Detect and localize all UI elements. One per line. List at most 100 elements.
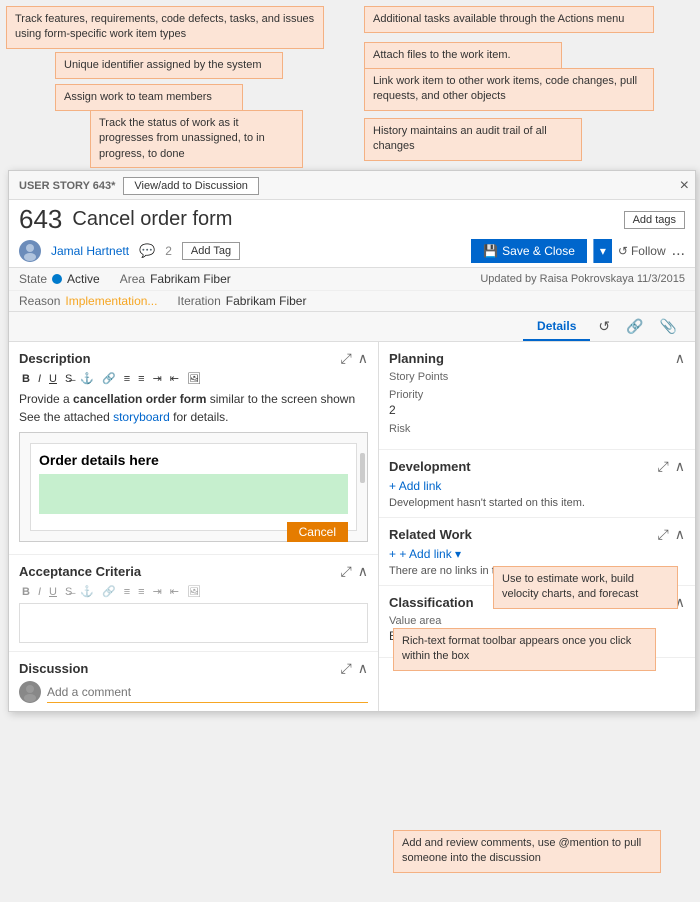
development-section: Development ⤢ ∧ Add link Development has… bbox=[379, 450, 695, 518]
state-field: State Active bbox=[19, 272, 100, 286]
follow-button[interactable]: ↺ Follow bbox=[618, 244, 666, 258]
assignee-name[interactable]: Jamal Hartnett bbox=[51, 244, 129, 258]
ac-editor-area[interactable] bbox=[19, 603, 368, 643]
related-expand-icon[interactable]: ⤢ bbox=[658, 526, 669, 543]
tab-details[interactable]: Details bbox=[523, 313, 590, 341]
hyperlink-button[interactable]: 🔗 bbox=[99, 371, 119, 386]
mock-screenshot: Order details here Cancel bbox=[19, 432, 368, 542]
description-header: Description ⤢ ∧ bbox=[19, 350, 368, 367]
comment-input[interactable] bbox=[47, 682, 368, 703]
value-area-label: Value area bbox=[389, 615, 685, 627]
ac-image-button[interactable]: 🖼 bbox=[184, 584, 204, 599]
comment-avatar bbox=[19, 681, 41, 703]
mock-inner: Order details here Cancel bbox=[30, 443, 357, 531]
ordered-list-button[interactable]: ≡ bbox=[135, 372, 147, 386]
unordered-list-button[interactable]: ≡ bbox=[121, 372, 133, 386]
ac-collapse-icon[interactable]: ∧ bbox=[358, 563, 368, 580]
desc-text-part3: See the attached bbox=[19, 410, 113, 424]
mock-title: Order details here bbox=[39, 452, 348, 468]
tooltip-additional-tasks: Additional tasks available through the A… bbox=[364, 6, 654, 33]
description-title: Description bbox=[19, 351, 91, 366]
ac-italic-button[interactable]: I bbox=[35, 585, 44, 599]
underline-button[interactable]: U bbox=[46, 372, 60, 386]
planning-icons: ∧ bbox=[675, 350, 685, 367]
related-add-link-button[interactable]: + Add link ▾ bbox=[389, 547, 461, 561]
tab-link-icon[interactable]: 🔗 bbox=[618, 312, 651, 341]
desc-storyboard-link[interactable]: storyboard bbox=[113, 410, 170, 424]
ac-header: Acceptance Criteria ⤢ ∧ bbox=[19, 563, 368, 580]
ac-expand-icon[interactable]: ⤢ bbox=[341, 563, 352, 580]
save-icon: 💾 bbox=[483, 244, 498, 258]
tooltip-link-work-item: Link work item to other work items, code… bbox=[364, 68, 654, 111]
description-text: Provide a cancellation order form simila… bbox=[19, 390, 368, 426]
priority-label: Priority bbox=[389, 389, 685, 401]
ac-indent-button[interactable]: ⇥ bbox=[150, 584, 165, 599]
view-discussion-button[interactable]: View/add to Discussion bbox=[123, 177, 259, 195]
scrollbar[interactable] bbox=[360, 453, 365, 483]
reason-value[interactable]: Implementation... bbox=[65, 294, 157, 308]
outdent-button[interactable]: ⇤ bbox=[167, 371, 182, 386]
tab-attachment-icon[interactable]: 📎 bbox=[652, 312, 685, 341]
reason-field: Reason Implementation... bbox=[19, 294, 157, 308]
dev-expand-icon[interactable]: ⤢ bbox=[658, 458, 669, 475]
discussion-expand-icon[interactable]: ⤢ bbox=[341, 660, 352, 677]
priority-field: Priority 2 bbox=[389, 389, 685, 417]
acceptance-criteria-section: Acceptance Criteria ⤢ ∧ B I U S̶ ⚓ 🔗 ≡ ≡ bbox=[9, 555, 378, 652]
related-collapse-icon[interactable]: ∧ bbox=[675, 526, 685, 543]
state-dot bbox=[52, 274, 62, 284]
description-section: Description ⤢ ∧ B I U S̶ ⚓ 🔗 ≡ ≡ ⇥ bbox=[9, 342, 378, 555]
tooltip-track-features: Track features, requirements, code defec… bbox=[6, 6, 324, 49]
dev-add-link-button[interactable]: Add link bbox=[389, 479, 441, 493]
tooltip-history: History maintains an audit trail of all … bbox=[364, 118, 582, 161]
indent-button[interactable]: ⇥ bbox=[150, 371, 165, 386]
priority-value[interactable]: 2 bbox=[389, 403, 685, 417]
add-tag-button[interactable]: Add Tag bbox=[182, 242, 240, 260]
area-value[interactable]: Fabrikam Fiber bbox=[150, 272, 231, 286]
save-dropdown-button[interactable]: ▾ bbox=[593, 239, 612, 263]
save-close-button[interactable]: 💾 Save & Close bbox=[471, 239, 587, 263]
dev-header: Development ⤢ ∧ bbox=[389, 458, 685, 475]
expand-icon[interactable]: ⤢ bbox=[341, 350, 352, 367]
tooltip-track-status: Track the status of work as it progresse… bbox=[90, 110, 303, 168]
desc-text-bold: cancellation order form bbox=[73, 392, 206, 406]
planning-collapse-icon[interactable]: ∧ bbox=[675, 350, 685, 367]
link-button[interactable]: ⚓ bbox=[77, 371, 97, 386]
ac-bold-button[interactable]: B bbox=[19, 585, 33, 599]
ac-strikethrough-button[interactable]: S̶ bbox=[62, 585, 75, 599]
ac-outdent-button[interactable]: ⇤ bbox=[167, 584, 182, 599]
italic-button[interactable]: I bbox=[35, 372, 44, 386]
planning-title: Planning bbox=[389, 351, 444, 366]
updated-text: Updated by Raisa Pokrovskaya 11/3/2015 bbox=[480, 273, 685, 285]
story-points-label: Story Points bbox=[389, 371, 685, 383]
header-left: USER STORY 643* View/add to Discussion bbox=[19, 177, 259, 195]
discussion-icons: ⤢ ∧ bbox=[341, 660, 368, 677]
close-button[interactable]: × bbox=[680, 177, 689, 195]
assignee-row: Jamal Hartnett 💬 2 Add Tag 💾 Save & Clos… bbox=[9, 237, 695, 267]
iteration-label: Iteration bbox=[177, 294, 220, 308]
tab-history-icon[interactable]: ↺ bbox=[590, 312, 618, 341]
bold-button[interactable]: B bbox=[19, 372, 33, 386]
ac-ul-button[interactable]: ≡ bbox=[121, 585, 133, 599]
discussion-section: Discussion ⤢ ∧ bbox=[9, 652, 378, 711]
discussion-collapse-icon[interactable]: ∧ bbox=[358, 660, 368, 677]
tooltip-assign-work: Assign work to team members bbox=[55, 84, 243, 111]
comment-input-row bbox=[19, 681, 368, 703]
collapse-icon[interactable]: ∧ bbox=[358, 350, 368, 367]
related-icons: ⤢ ∧ bbox=[658, 526, 685, 543]
ac-link-button[interactable]: ⚓ bbox=[77, 584, 97, 599]
ac-icons: ⤢ ∧ bbox=[341, 563, 368, 580]
ac-underline-button[interactable]: U bbox=[46, 585, 60, 599]
more-button[interactable]: ... bbox=[672, 242, 685, 260]
work-item-title[interactable]: Cancel order form bbox=[72, 208, 613, 231]
add-tags-button[interactable]: Add tags bbox=[624, 211, 685, 229]
iteration-value[interactable]: Fabrikam Fiber bbox=[226, 294, 307, 308]
ac-hyperlink-button[interactable]: 🔗 bbox=[99, 584, 119, 599]
meta-row: State Active Area Fabrikam Fiber Updated… bbox=[9, 267, 695, 290]
description-icons: ⤢ ∧ bbox=[341, 350, 368, 367]
ac-ol-button[interactable]: ≡ bbox=[135, 585, 147, 599]
strikethrough-button[interactable]: S̶ bbox=[62, 372, 75, 386]
tabs-row: Details ↺ 🔗 📎 bbox=[9, 311, 695, 341]
state-value[interactable]: Active bbox=[67, 272, 100, 286]
image-button[interactable]: 🖼 bbox=[184, 371, 204, 386]
dev-collapse-icon[interactable]: ∧ bbox=[675, 458, 685, 475]
